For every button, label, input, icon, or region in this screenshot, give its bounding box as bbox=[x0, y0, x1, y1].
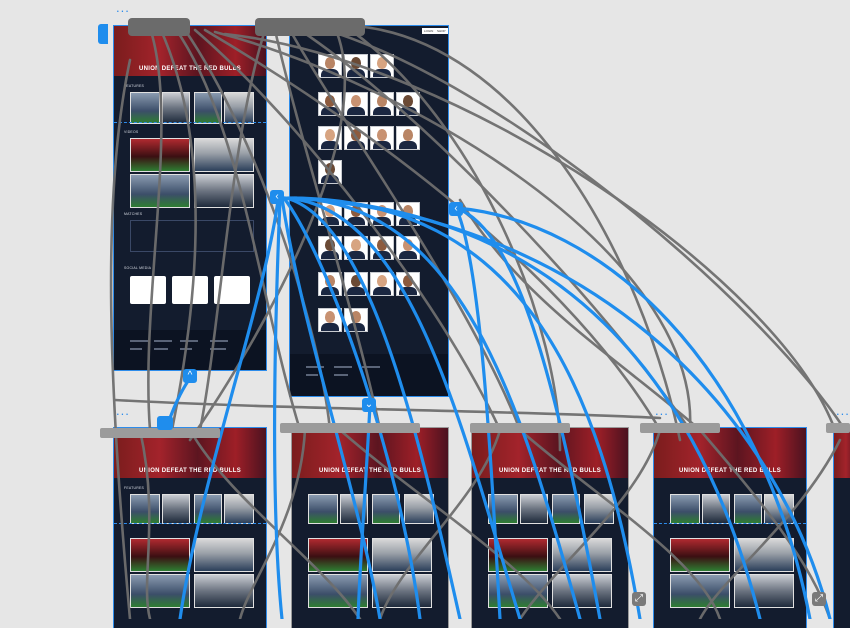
artboard-page-variant-1[interactable]: UNION DEFEAT THE RED BULLS FEATURES bbox=[113, 427, 267, 628]
expand-icon[interactable]: ⤢ bbox=[812, 592, 826, 606]
shop-button[interactable]: SHOP bbox=[435, 28, 448, 34]
player-headshot bbox=[318, 202, 342, 226]
hero-title: UNION DEFEAT THE RED BULLS bbox=[318, 468, 422, 474]
link-anchor-handle[interactable] bbox=[98, 24, 108, 44]
player-headshot bbox=[370, 202, 394, 226]
player-headshot bbox=[344, 272, 368, 296]
player-headshot bbox=[318, 272, 342, 296]
feature-photo bbox=[194, 92, 222, 124]
player-headshot bbox=[396, 92, 420, 116]
section-videos-label: VIDEOS bbox=[124, 130, 139, 134]
hero-title: UNION DEFEAT THE RED BULLS bbox=[138, 468, 242, 474]
player-headshot bbox=[396, 202, 420, 226]
hero-title: UNION DEFEAT THE RED BULLS bbox=[498, 468, 602, 474]
artboard-menu-icon[interactable]: ... bbox=[116, 404, 130, 417]
feature-photo bbox=[224, 92, 254, 124]
social-card bbox=[172, 276, 208, 304]
artboard-roster-page[interactable]: LOGIN SHOP bbox=[289, 25, 449, 397]
player-headshot bbox=[318, 308, 342, 332]
player-headshot bbox=[318, 160, 342, 184]
link-anchor-handle[interactable] bbox=[157, 416, 173, 430]
artboard-menu-icon[interactable]: ... bbox=[116, 1, 130, 14]
player-headshot bbox=[344, 92, 368, 116]
expand-icon[interactable]: ⤢ bbox=[632, 592, 646, 606]
artboard-header-grip[interactable] bbox=[640, 423, 720, 433]
player-headshot bbox=[370, 92, 394, 116]
artboard-main-page[interactable]: UNION DEFEAT THE RED BULLS FEATURES VIDE… bbox=[113, 25, 267, 371]
player-headshot bbox=[396, 236, 420, 260]
artboard-page-variant-2[interactable]: UNION DEFEAT THE RED BULLS bbox=[291, 427, 449, 628]
artboard-header-grip[interactable] bbox=[470, 423, 570, 433]
login-button[interactable]: LOGIN bbox=[422, 28, 436, 34]
artboard-menu-icon[interactable]: ... bbox=[655, 404, 669, 417]
chevron-left-icon[interactable]: ‹ bbox=[449, 202, 463, 216]
artboard-header-grip[interactable] bbox=[826, 423, 850, 433]
chevron-down-icon[interactable]: ⌄ bbox=[362, 398, 376, 412]
player-headshot bbox=[370, 236, 394, 260]
matches-panel bbox=[130, 220, 254, 252]
player-headshot bbox=[318, 92, 342, 116]
artboard-header-grip[interactable] bbox=[255, 18, 365, 36]
video-thumbnail bbox=[130, 138, 190, 172]
player-headshot bbox=[344, 308, 368, 332]
artboard-page-variant-3[interactable]: UNION DEFEAT THE RED BULLS bbox=[471, 427, 629, 628]
player-headshot bbox=[396, 272, 420, 296]
hero-title: UNION DEFEAT THE RED BULLS bbox=[678, 468, 782, 474]
player-headshot bbox=[344, 236, 368, 260]
player-headshot bbox=[370, 126, 394, 150]
artboard-page-variant-5[interactable] bbox=[833, 427, 850, 628]
section-features-label: FEATURES bbox=[124, 486, 145, 490]
player-headshot bbox=[344, 202, 368, 226]
section-features-label: FEATURES bbox=[124, 84, 145, 88]
video-thumbnail bbox=[194, 138, 254, 172]
feature-photo bbox=[162, 92, 190, 124]
section-matches-label: MATCHES bbox=[124, 212, 143, 216]
player-headshot bbox=[318, 236, 342, 260]
chevron-left-icon[interactable]: ‹ bbox=[270, 190, 284, 204]
player-headshot bbox=[396, 126, 420, 150]
video-thumbnail bbox=[194, 174, 254, 208]
hero-title: UNION DEFEAT THE RED BULLS bbox=[138, 66, 242, 72]
player-headshot bbox=[318, 54, 342, 78]
player-headshot bbox=[370, 272, 394, 296]
video-thumbnail bbox=[130, 174, 190, 208]
artboard-menu-icon[interactable]: ... bbox=[836, 404, 850, 417]
chevron-up-icon[interactable]: ^ bbox=[183, 369, 197, 383]
social-card bbox=[130, 276, 166, 304]
section-social-label: SOCIAL MEDIA bbox=[124, 266, 152, 270]
fold-guide bbox=[114, 122, 266, 123]
player-headshot bbox=[318, 126, 342, 150]
artboard-page-variant-4[interactable]: UNION DEFEAT THE RED BULLS bbox=[653, 427, 807, 628]
artboard-header-grip[interactable] bbox=[128, 18, 190, 36]
site-footer bbox=[290, 354, 448, 396]
site-footer bbox=[114, 330, 266, 370]
feature-photo bbox=[130, 92, 160, 124]
artboard-header-grip[interactable] bbox=[280, 423, 420, 433]
player-headshot bbox=[344, 126, 368, 150]
player-headshot bbox=[344, 54, 368, 78]
social-card bbox=[214, 276, 250, 304]
player-headshot bbox=[370, 54, 394, 78]
